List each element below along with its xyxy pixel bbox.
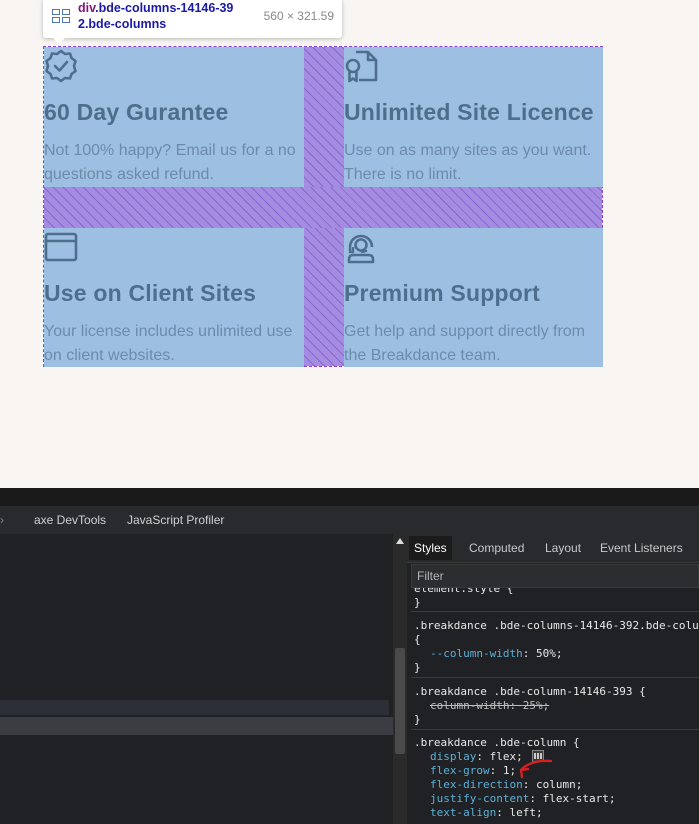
css-declaration[interactable]: justify-content: flex-start; xyxy=(414,792,699,806)
css-value: 50%; xyxy=(535,647,563,660)
browser-window-icon xyxy=(44,232,78,262)
red-arrow-annotation xyxy=(519,759,553,779)
tree-row-highlighted[interactable] xyxy=(0,700,389,715)
css-property: flex-direction xyxy=(430,778,523,791)
tab-event-listeners[interactable]: Event Listeners xyxy=(600,541,683,555)
css-rule-element-style[interactable]: element.style { } xyxy=(411,588,699,612)
filter-placeholder: Filter xyxy=(417,569,444,583)
css-declaration[interactable]: display: flex; xyxy=(414,750,699,764)
certificate-file-icon xyxy=(345,50,378,83)
styles-filter-input[interactable]: Filter xyxy=(411,564,699,588)
page-preview: div.bde-columns-14146-39 2.bde-columns 5… xyxy=(0,0,699,488)
css-value: flex-start; xyxy=(542,792,616,805)
rule-selector: .breakdance .bde-columns-14146-392.bde-c… xyxy=(414,619,699,632)
badge-check-icon xyxy=(45,49,77,83)
rule-selector: .breakdance .bde-column { xyxy=(414,736,580,749)
devtools-top-strip xyxy=(0,488,699,506)
more-tabs-icon[interactable]: › xyxy=(0,513,4,527)
css-property: column-width xyxy=(430,699,510,712)
rule-selector: .breakdance .bde-column-14146-393 { xyxy=(414,685,646,698)
scroll-up-icon[interactable] xyxy=(396,538,404,544)
feature-description: Not 100% happy? Email us for a no questi… xyxy=(44,142,296,183)
feature-description: Get help and support directly from the B… xyxy=(344,323,586,364)
devtools-tab-bar: › axe DevTools JavaScript Profiler xyxy=(0,506,699,535)
tab-javascript-profiler[interactable]: JavaScript Profiler xyxy=(127,513,224,527)
css-property: display xyxy=(430,750,477,763)
feature-description: Your license includes unlimited use on c… xyxy=(44,323,293,364)
tab-axe-devtools[interactable]: axe DevTools xyxy=(34,513,106,527)
devtools-panel: › axe DevTools JavaScript Profiler Style… xyxy=(0,488,699,824)
scroll-thumb[interactable] xyxy=(395,648,405,754)
css-property: text-align xyxy=(430,806,497,819)
feature-title: 60 Day Gurantee xyxy=(44,99,229,125)
css-declaration[interactable]: text-align: left; xyxy=(414,806,699,820)
css-declaration-overridden[interactable]: column-width: 25%; xyxy=(414,699,699,713)
tab-computed[interactable]: Computed xyxy=(469,541,524,555)
feature-title: Unlimited Site Licence xyxy=(344,99,594,125)
feature-title: Premium Support xyxy=(344,280,540,306)
rule-close: } xyxy=(414,596,421,609)
grid-layout-icon xyxy=(52,9,70,23)
tooltip-class-2: 2.bde-columns xyxy=(78,17,167,31)
support-headset-icon xyxy=(347,234,375,264)
feature-title: Use on Client Sites xyxy=(44,280,257,306)
css-declaration[interactable]: flex-grow: 1; xyxy=(414,764,699,778)
tab-styles[interactable]: Styles xyxy=(409,536,452,560)
sidebar-tab-bar: Styles Computed Layout Event Listeners xyxy=(407,534,699,563)
columns-grid-overlay: 60 Day Gurantee Not 100% happy? Email us… xyxy=(43,46,603,367)
css-rule[interactable]: .breakdance .bde-columns-14146-392.bde-c… xyxy=(411,614,699,678)
css-rules-list: element.style { } .breakdance .bde-colum… xyxy=(411,588,699,824)
tooltip-size: 560 × 321.59 xyxy=(263,9,334,23)
feature-cell: Use on Client Sites Your license include… xyxy=(44,228,304,367)
css-rule[interactable]: .breakdance .bde-column-14146-393 { colu… xyxy=(411,680,699,730)
feature-description: Use on as many sites as you want. There … xyxy=(344,142,592,183)
tooltip-class-1: .bde-columns-14146-39 xyxy=(95,1,234,15)
tab-layout[interactable]: Layout xyxy=(545,541,581,555)
css-property: flex-grow xyxy=(430,764,490,777)
rule-close: } xyxy=(414,661,421,674)
inspect-tooltip: div.bde-columns-14146-39 2.bde-columns 5… xyxy=(43,0,342,44)
rule-close: } xyxy=(414,713,421,726)
tooltip-selector: div.bde-columns-14146-39 2.bde-columns xyxy=(78,0,233,32)
rule-selector: element.style { xyxy=(414,588,514,595)
css-value: 25%; xyxy=(522,699,550,712)
elements-tree[interactable] xyxy=(0,534,393,824)
css-property: --column-width xyxy=(430,647,523,660)
styles-sidebar: Styles Computed Layout Event Listeners F… xyxy=(407,534,699,824)
css-declaration[interactable]: --column-width: 50%; xyxy=(414,647,699,661)
row-gap-overlay xyxy=(44,187,602,228)
feature-cell: Unlimited Site Licence Use on as many si… xyxy=(344,47,603,187)
tree-row-selected[interactable] xyxy=(0,717,393,735)
css-rule[interactable]: .breakdance .bde-column { display: flex;… xyxy=(411,731,699,824)
feature-cell: Premium Support Get help and support dir… xyxy=(344,228,603,367)
rule-open: { xyxy=(414,633,421,646)
elements-scrollbar[interactable] xyxy=(393,534,407,824)
feature-cell: 60 Day Gurantee Not 100% happy? Email us… xyxy=(44,47,304,187)
tooltip-tag: div xyxy=(78,1,96,15)
css-property: justify-content xyxy=(430,792,530,805)
css-declaration[interactable]: flex-direction: column; xyxy=(414,778,699,792)
css-value: left; xyxy=(509,806,543,819)
